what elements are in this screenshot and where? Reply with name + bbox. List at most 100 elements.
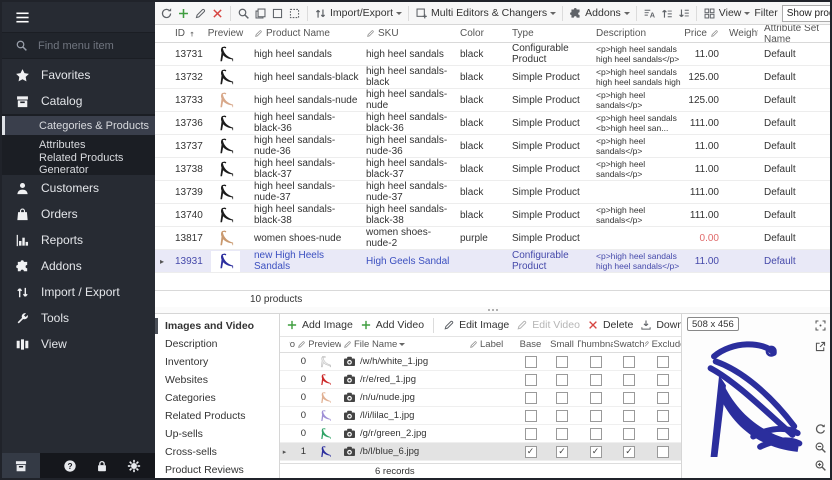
view-menu[interactable]: View: [703, 7, 751, 20]
add-image-button[interactable]: Add Image: [286, 319, 353, 331]
header-description[interactable]: Description: [590, 25, 685, 42]
import-export-menu[interactable]: Import/Export: [314, 7, 402, 20]
refresh-button[interactable]: [160, 7, 173, 20]
checkbox[interactable]: [623, 356, 635, 368]
edit-product-button[interactable]: [194, 7, 207, 20]
checkbox[interactable]: [623, 428, 635, 440]
image-row[interactable]: ▸1 /b/l/blue_6.jpg✓✓✓✓: [280, 443, 681, 461]
checkbox[interactable]: [556, 410, 568, 422]
image-row[interactable]: 0 /l/i/lilac_1.jpg: [280, 407, 681, 425]
header-swatch[interactable]: Swatch: [613, 339, 645, 350]
checkbox[interactable]: [657, 410, 669, 422]
settings-button[interactable]: [118, 453, 150, 478]
move-down-button[interactable]: [677, 7, 690, 20]
tab-categories[interactable]: Categories: [155, 389, 279, 407]
checkbox-mode-button[interactable]: [271, 7, 284, 20]
image-row[interactable]: 0 /n/u/nude.jpg: [280, 389, 681, 407]
image-row[interactable]: 0 /r/e/red_1.jpg: [280, 371, 681, 389]
move-up-button[interactable]: [660, 7, 673, 20]
checkbox[interactable]: ✓: [525, 446, 537, 458]
lock-button[interactable]: [86, 453, 118, 478]
tab-description[interactable]: Description: [155, 335, 279, 353]
multi-editors-menu[interactable]: Multi Editors & Changers: [415, 7, 556, 20]
checkbox[interactable]: [623, 392, 635, 404]
sidebar-item-favorites[interactable]: Favorites: [2, 62, 155, 88]
header-exclude[interactable]: Exclude: [645, 339, 681, 350]
add-video-button[interactable]: Add Video: [360, 319, 424, 331]
row-expander[interactable]: ▸: [280, 443, 289, 460]
menu-toggle-button[interactable]: [2, 2, 155, 32]
fit-to-window-icon[interactable]: [814, 319, 827, 332]
sidebar-subitem-related-products-generator[interactable]: Related Products Generator: [2, 154, 155, 173]
product-row[interactable]: 13817 women shoes-nudewomen shoes-nude-2…: [155, 227, 830, 250]
image-row[interactable]: 0 /g/r/green_2.jpg: [280, 425, 681, 443]
checkbox[interactable]: [556, 392, 568, 404]
paste-special-button[interactable]: [288, 7, 301, 20]
edit-video-button[interactable]: Edit Video: [516, 319, 580, 331]
tab-product-reviews[interactable]: Product Reviews: [155, 461, 279, 478]
store-button[interactable]: [2, 453, 40, 478]
product-row[interactable]: 13731 high heel sandalshigh heel sandals…: [155, 43, 830, 66]
checkbox[interactable]: [525, 374, 537, 386]
sidebar-item-import-export[interactable]: Import / Export: [2, 279, 155, 305]
checkbox[interactable]: [590, 410, 602, 422]
header-product-name[interactable]: Product Name: [248, 25, 360, 42]
product-row[interactable]: 13739 high heel sandals-nude-37high heel…: [155, 181, 830, 204]
tab-inventory[interactable]: Inventory: [155, 353, 279, 371]
header-sku[interactable]: SKU: [360, 25, 454, 42]
checkbox[interactable]: [657, 392, 669, 404]
download-image-button[interactable]: Download Image: [640, 319, 681, 331]
delete-image-button[interactable]: Delete: [587, 319, 633, 331]
product-row[interactable]: 13738 high heel sandals-black-37high hee…: [155, 158, 830, 181]
checkbox[interactable]: [657, 356, 669, 368]
tab-websites[interactable]: Websites: [155, 371, 279, 389]
translate-button[interactable]: A: [643, 7, 656, 20]
header-id[interactable]: ID: [169, 25, 203, 42]
sidebar-item-orders[interactable]: Orders: [2, 201, 155, 227]
menu-search-input[interactable]: [36, 39, 141, 53]
sidebar-item-addons[interactable]: Addons: [2, 253, 155, 279]
header-price[interactable]: Price: [685, 25, 723, 42]
header-thumbnail[interactable]: Thumbna: [578, 339, 613, 350]
tab-cross-sells[interactable]: Cross-sells: [155, 443, 279, 461]
product-row[interactable]: ▸13931 new High Heels SandalsHigh Geels …: [155, 250, 830, 273]
product-row[interactable]: 13732 high heel sandals-blackhigh heel s…: [155, 66, 830, 89]
addons-menu[interactable]: Addons: [569, 7, 630, 20]
checkbox[interactable]: ✓: [623, 446, 635, 458]
checkbox[interactable]: ✓: [556, 446, 568, 458]
open-external-icon[interactable]: [814, 340, 827, 353]
checkbox[interactable]: [556, 356, 568, 368]
product-row[interactable]: 13736 high heel sandals-black-36high hee…: [155, 112, 830, 135]
checkbox[interactable]: [590, 356, 602, 368]
filter-products-select[interactable]: Show products from selected categories: [782, 5, 830, 22]
header-base[interactable]: Base: [515, 339, 546, 350]
checkbox[interactable]: [590, 392, 602, 404]
copy-button[interactable]: [254, 7, 267, 20]
sidebar-item-customers[interactable]: Customers: [2, 175, 155, 201]
header-preview[interactable]: Preview: [309, 339, 341, 350]
tab-up-sells[interactable]: Up-sells: [155, 425, 279, 443]
checkbox[interactable]: [657, 446, 669, 458]
header-weight[interactable]: Weight: [723, 25, 758, 42]
row-expander[interactable]: ▸: [155, 250, 169, 272]
sidebar-item-reports[interactable]: Reports: [2, 227, 155, 253]
header-color[interactable]: Color: [454, 25, 506, 42]
add-product-button[interactable]: [177, 7, 190, 20]
checkbox[interactable]: ✓: [590, 446, 602, 458]
tab-images-and-video[interactable]: Images and Video: [155, 317, 279, 335]
image-row[interactable]: 0 /w/h/white_1.jpg: [280, 353, 681, 371]
sidebar-item-catalog[interactable]: Catalog: [2, 88, 155, 114]
checkbox[interactable]: [623, 410, 635, 422]
checkbox[interactable]: [525, 410, 537, 422]
checkbox[interactable]: [556, 374, 568, 386]
search-products-button[interactable]: [237, 7, 250, 20]
header-preview[interactable]: Preview: [203, 25, 248, 42]
product-row[interactable]: 13733 high heel sandals-nudehigh heel sa…: [155, 89, 830, 112]
header-position[interactable]: Po: [289, 339, 309, 350]
checkbox[interactable]: [590, 428, 602, 440]
header-small[interactable]: Small: [546, 339, 578, 350]
delete-product-button[interactable]: [211, 7, 224, 20]
help-button[interactable]: ?: [54, 453, 86, 478]
rotate-icon[interactable]: [814, 423, 827, 436]
header-attribute-set[interactable]: Attribute Set Name: [758, 25, 830, 42]
